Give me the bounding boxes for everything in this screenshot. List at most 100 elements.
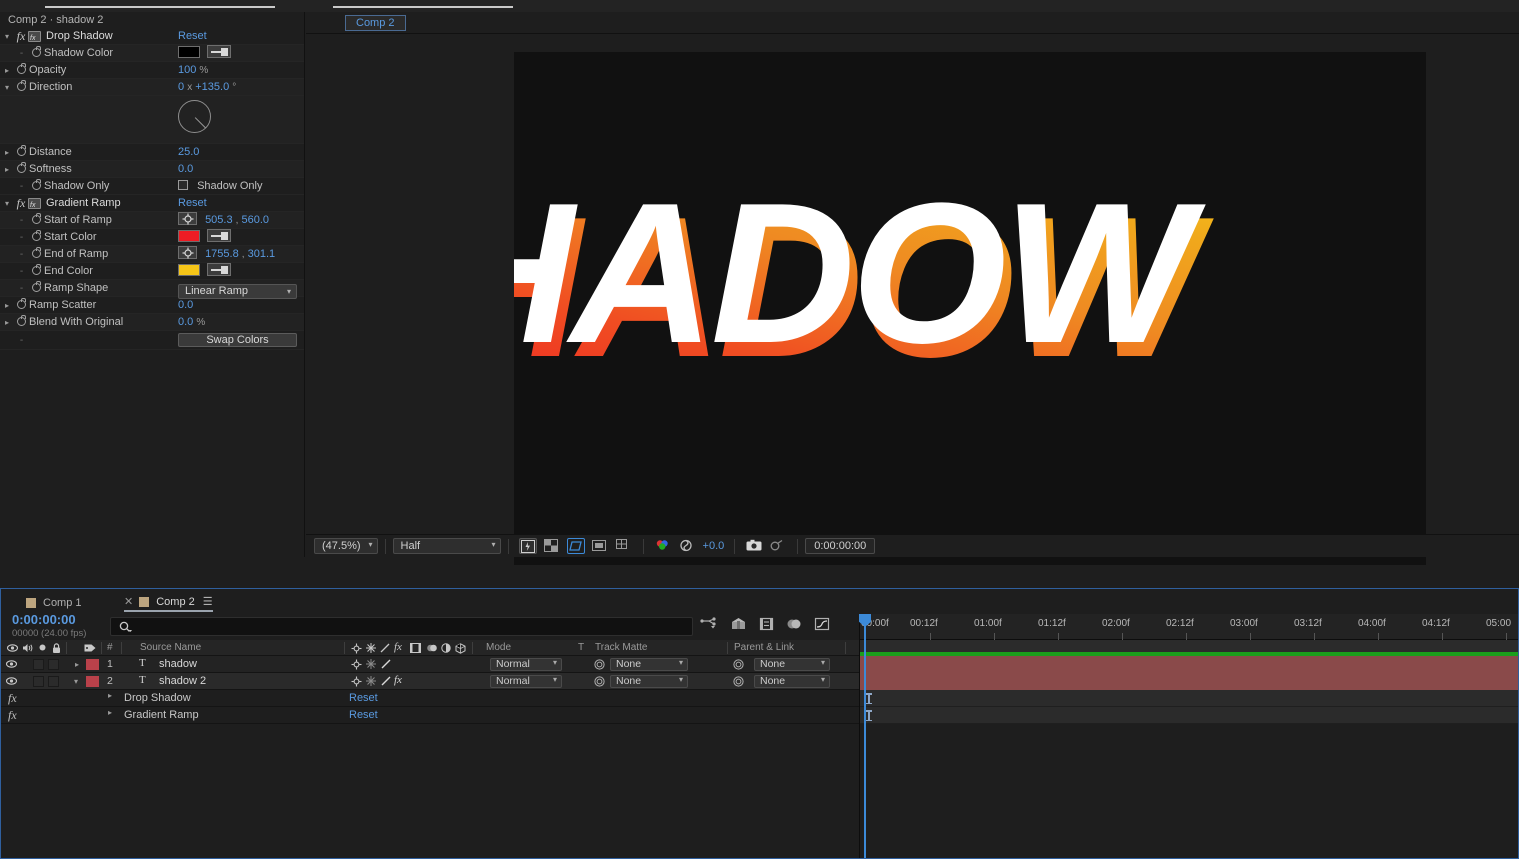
lock-toggle[interactable] — [48, 659, 59, 670]
viewer-tab-comp2[interactable]: Comp 2 — [345, 15, 406, 31]
transparency-grid-icon[interactable] — [543, 538, 561, 554]
disclosure-triangle-icon[interactable]: ▸ — [0, 314, 14, 331]
timeline-effect-row[interactable]: fx ▸ Drop Shadow Reset — [0, 690, 860, 707]
distance-value[interactable]: 25.0 — [178, 146, 199, 158]
search-input[interactable] — [110, 617, 693, 636]
frame-blend-column-icon[interactable] — [410, 643, 421, 656]
disclosure-triangle-icon[interactable]: ▸ — [0, 144, 14, 161]
eyedropper-icon[interactable] — [207, 263, 232, 276]
stopwatch-icon[interactable] — [14, 79, 29, 96]
effect-duration-marker[interactable] — [865, 693, 872, 704]
opacity-value[interactable]: 100 — [178, 64, 196, 76]
effect-duration-marker[interactable] — [865, 710, 872, 721]
effect-name[interactable]: Gradient Ramp — [124, 709, 199, 721]
parent-pickwhip-icon[interactable] — [733, 659, 744, 673]
blend-value[interactable]: 0.0 — [178, 316, 193, 328]
stopwatch-icon[interactable] — [14, 144, 29, 161]
fast-preview-icon[interactable] — [518, 538, 537, 554]
disclosure-triangle-icon[interactable]: ▾ — [0, 28, 14, 45]
graph-editor-icon[interactable] — [814, 617, 830, 634]
reset-button[interactable]: Reset — [349, 709, 378, 721]
label-tag-icon[interactable] — [84, 643, 96, 656]
exposure-reset-icon[interactable] — [678, 538, 696, 554]
parent-dropdown[interactable]: None ▾ — [754, 675, 830, 688]
timeline-tab-comp-2[interactable]: ✕ Comp 2 ☰ — [124, 593, 213, 612]
close-icon[interactable]: ✕ — [124, 595, 133, 608]
layer-label-color[interactable] — [86, 659, 99, 670]
region-of-interest-icon[interactable] — [566, 538, 585, 554]
reset-drop-shadow-button[interactable]: Reset — [178, 28, 207, 45]
quality-toggle[interactable] — [381, 676, 391, 689]
point-picker-icon[interactable] — [178, 246, 197, 259]
table-row[interactable]: ▾ 2 T shadow 2 fx Normal ▾ None ▾ None ▾ — [0, 673, 860, 690]
shy-toggle[interactable] — [351, 659, 362, 673]
quality-icon[interactable] — [380, 643, 390, 656]
eyedropper-icon[interactable] — [207, 45, 232, 58]
timeline-track-area[interactable] — [860, 640, 1519, 859]
lock-icon[interactable] — [51, 643, 62, 657]
color-swatch[interactable] — [178, 46, 200, 58]
disclosure-triangle-icon[interactable]: ▾ — [0, 79, 14, 96]
grid-guides-icon[interactable] — [615, 538, 633, 554]
draft-3d-icon[interactable] — [730, 617, 747, 634]
swap-colors-button[interactable]: Swap Colors — [178, 333, 297, 347]
layer-name[interactable]: shadow — [159, 658, 197, 670]
effects-column-icon[interactable]: fx — [394, 641, 402, 653]
start-of-ramp-y[interactable]: 560.0 — [242, 214, 270, 226]
collapse-toggle[interactable] — [366, 676, 376, 689]
disclosure-triangle-icon[interactable]: ▾ — [0, 195, 14, 212]
exposure-value[interactable]: +0.0 — [703, 540, 725, 552]
layer-name[interactable]: shadow 2 — [159, 675, 206, 687]
effect-track-row[interactable] — [860, 690, 1519, 707]
track-matte-dropdown[interactable]: None ▾ — [610, 675, 688, 688]
disclosure-triangle-icon[interactable]: ▸ — [0, 297, 14, 314]
color-swatch[interactable] — [178, 230, 200, 242]
disclosure-triangle-icon[interactable]: ▸ — [0, 62, 14, 79]
color-swatch[interactable] — [178, 264, 200, 276]
stopwatch-icon[interactable] — [29, 280, 44, 297]
current-timecode[interactable]: 0:00:00:00 — [12, 612, 76, 627]
disclosure-triangle-icon[interactable]: ▸ — [108, 708, 112, 717]
show-snapshot-icon[interactable] — [769, 538, 787, 554]
blend-mode-dropdown[interactable]: Normal ▾ — [490, 658, 562, 671]
shy-icon[interactable] — [351, 643, 362, 657]
take-snapshot-icon[interactable] — [745, 538, 763, 554]
shadow-only-checkbox[interactable] — [178, 180, 188, 190]
layer-duration-bar[interactable] — [860, 656, 1519, 673]
solo-icon[interactable] — [38, 643, 47, 655]
stopwatch-icon[interactable] — [29, 212, 44, 229]
layer-duration-bar[interactable] — [860, 673, 1519, 690]
eyedropper-icon[interactable] — [207, 229, 232, 242]
softness-value[interactable]: 0.0 — [178, 163, 193, 175]
quality-toggle[interactable] — [381, 659, 391, 672]
direction-degrees[interactable]: +135.0 — [195, 81, 229, 93]
collapse-toggle[interactable] — [366, 659, 376, 672]
direction-revolutions[interactable]: 0 — [178, 81, 184, 93]
channel-rgb-icon[interactable] — [654, 538, 672, 554]
effects-enabled-icon[interactable]: fx — [394, 674, 402, 686]
layer-label-color[interactable] — [86, 676, 99, 687]
stopwatch-icon[interactable] — [29, 178, 44, 195]
stopwatch-icon[interactable] — [29, 246, 44, 263]
start-of-ramp-x[interactable]: 505.3 — [205, 214, 233, 226]
stopwatch-icon[interactable] — [14, 62, 29, 79]
ramp-scatter-value[interactable]: 0.0 — [178, 299, 193, 311]
track-matte-icon[interactable] — [594, 659, 605, 673]
layer-disclosure-icon[interactable]: ▸ — [75, 660, 79, 669]
composition-canvas[interactable]: SHADOW SHADOW — [514, 52, 1426, 565]
point-picker-icon[interactable] — [178, 212, 197, 225]
stopwatch-icon[interactable] — [29, 263, 44, 280]
stopwatch-icon[interactable] — [14, 161, 29, 178]
timeline-ruler[interactable]: 00:00f 00:12f 01:00f 01:12f 02:00f 02:12… — [860, 614, 1519, 640]
angle-dial-control[interactable] — [178, 100, 211, 133]
disclosure-triangle-icon[interactable]: ▸ — [108, 691, 112, 700]
timeline-tab-comp-1[interactable]: Comp 1 — [26, 593, 82, 612]
stopwatch-icon[interactable] — [14, 314, 29, 331]
panel-menu-icon[interactable]: ☰ — [203, 595, 213, 608]
end-of-ramp-x[interactable]: 1755.8 — [205, 248, 239, 260]
lock-toggle[interactable] — [48, 676, 59, 687]
zoom-level-dropdown[interactable]: (47.5%) ▾ — [314, 538, 378, 554]
effect-track-row[interactable] — [860, 707, 1519, 724]
stopwatch-icon[interactable] — [29, 229, 44, 246]
parent-dropdown[interactable]: None ▾ — [754, 658, 830, 671]
